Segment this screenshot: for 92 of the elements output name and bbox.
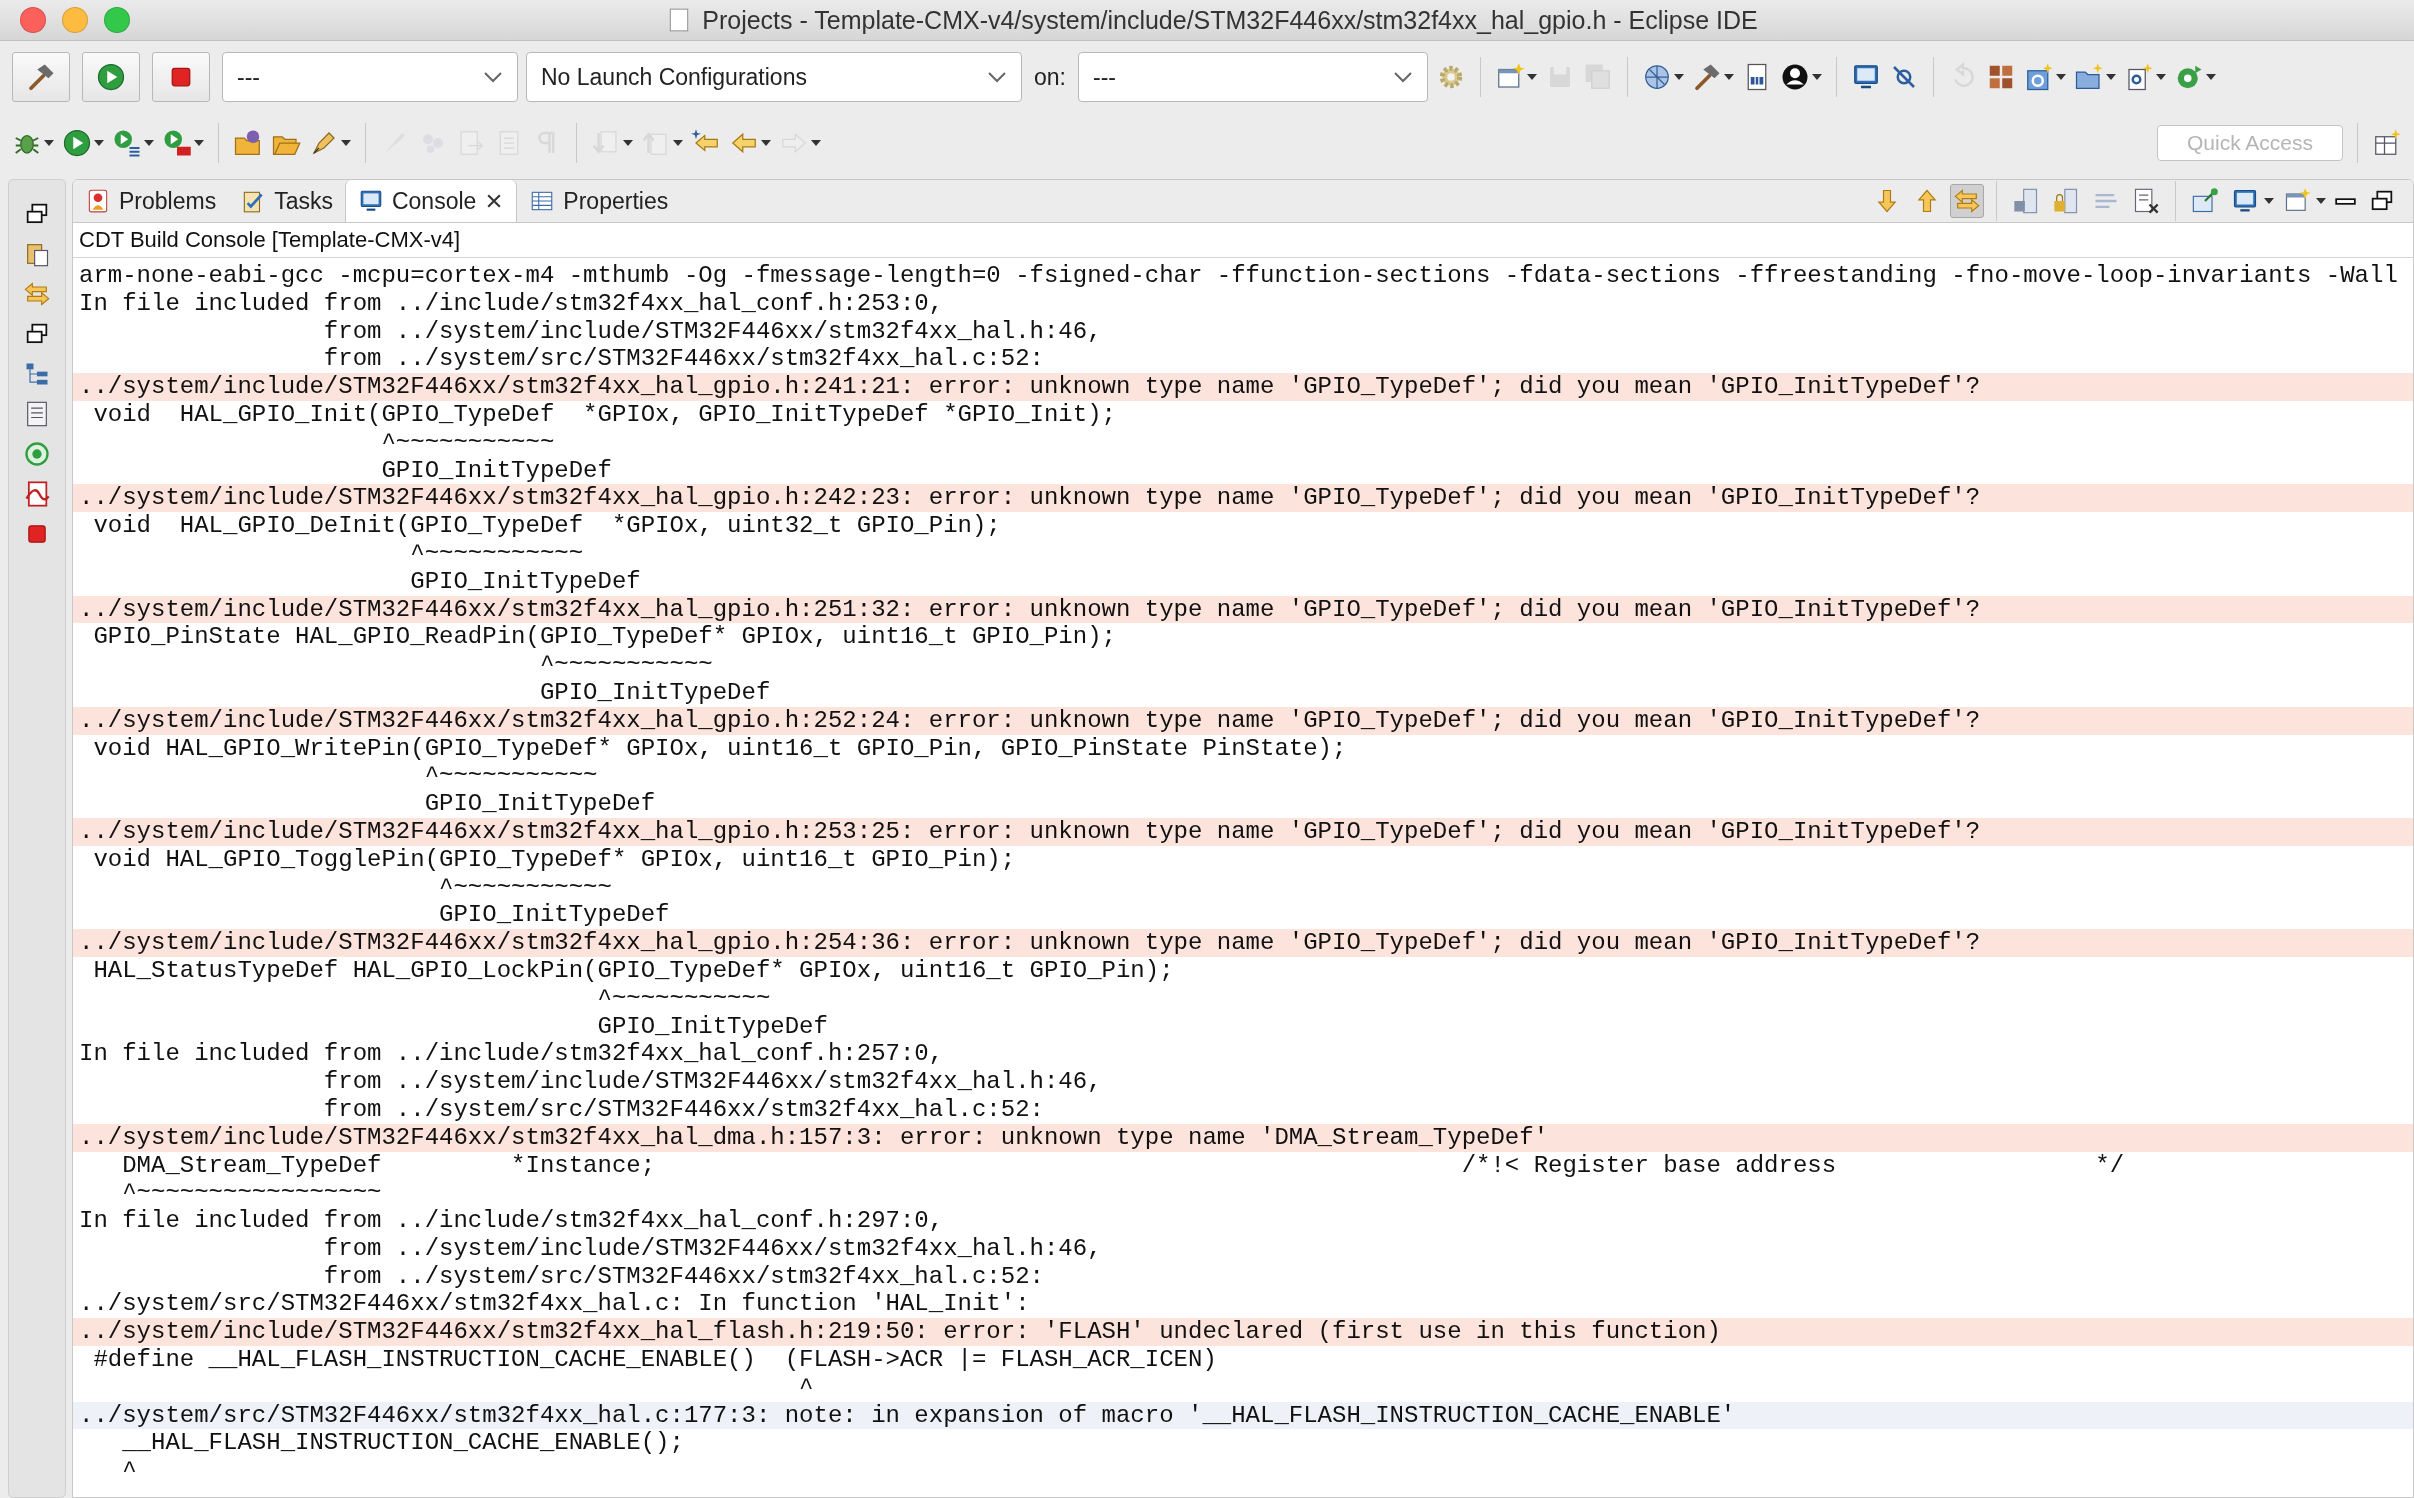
console-line: __HAL_FLASH_INSTRUCTION_CACHE_ENABLE();: [121, 1429, 685, 1458]
view-tab[interactable]: Problems: [73, 180, 229, 222]
folder-globe-icon[interactable]: [233, 128, 263, 158]
caret-icon[interactable]: [2264, 197, 2274, 205]
window-title: Projects - Template-CMX-v4/system/include/STM32F446xx/stm32f4xx_hal_gpio.h - Eclipse IDE: [702, 5, 1758, 35]
hammer-icon: [26, 62, 56, 92]
monitor-icon: [2231, 187, 2259, 215]
chevron-icon: [1393, 71, 1413, 83]
console-line: GPIO_PinState HAL_GPIO_ReadPin(GPIO_TypeDef* GPIOx, uint16_t GPIO_Pin);: [92, 623, 1117, 652]
console-line: GPIO_InitTypeDef: [423, 790, 657, 818]
console-line: ^~~~~~~~~~~~: [538, 651, 714, 679]
play-circle-icon[interactable]: [62, 128, 92, 158]
hammer-button[interactable]: [12, 52, 70, 102]
console-line: HAL_StatusTypeDef HAL_GPIO_LockPin(GPIO_TypeDef* GPIOx, uint16_t GPIO_Pin);: [92, 956, 1175, 985]
console-line: In file included from ../include/stm32f4xx_hal_conf.h:253:0,: [78, 289, 945, 318]
caret-icon[interactable]: [341, 139, 351, 147]
console-line: DMA_Stream_TypeDef *Instance; /*!< Register base address */: [121, 1151, 2126, 1180]
view-tab[interactable]: Console: [344, 180, 518, 222]
console-line: GPIO_InitTypeDef: [409, 567, 642, 596]
console-title: CDT Build Console [Template-CMX-v4]: [73, 223, 2413, 258]
stop-square-button[interactable]: [152, 52, 210, 102]
console-line: #define __HAL_FLASH_INSTRUCTION_CACHE_ENABLE() (FLASH->ACR |= FLASH_ACR_ICEN): [92, 1346, 1218, 1374]
swap-arrows-icon: [1953, 187, 1981, 215]
launch-target-dropdown[interactable]: ---: [1078, 52, 1428, 102]
chevron-icon: [987, 71, 1007, 83]
minimize-bar-icon: [2335, 197, 2356, 205]
run-list-icon[interactable]: [112, 128, 142, 158]
console-line: from ../system/src/STM32F446xx/stm32f4xx_hal.c:52:: [322, 1262, 1045, 1291]
console-line: GPIO_InitTypeDef: [380, 456, 613, 485]
console-line: GPIO_InitTypeDef: [438, 901, 671, 930]
console-line: ../system/src/STM32F446xx/stm32f4xx_hal.c: In function 'HAL_Init':: [78, 1290, 1031, 1319]
console-line: ^: [798, 1373, 815, 1402]
quick-access-field[interactable]: Quick Access: [2157, 125, 2343, 161]
caret-icon[interactable]: [1674, 73, 1684, 81]
pdf-doc-icon[interactable]: [23, 480, 51, 508]
launch-mode-dropdown[interactable]: ---: [222, 52, 518, 102]
caret-icon[interactable]: [2056, 73, 2066, 81]
target-icon[interactable]: [23, 440, 51, 468]
toggle-button[interactable]: [1950, 184, 1984, 218]
console-line: void HAL_GPIO_TogglePin(GPIO_TypeDef* GPIOx, uint16_t GPIO_Pin);: [92, 845, 1017, 874]
hammer-icon[interactable]: [1692, 62, 1722, 92]
console-line: GPIO_InitTypeDef: [596, 1012, 829, 1041]
caret-icon[interactable]: [1724, 73, 1734, 81]
console-line: void HAL_GPIO_DeInit(GPIO_TypeDef *GPIOx, uint32_t GPIO_Pin);: [92, 512, 1002, 540]
caret-icon[interactable]: [44, 139, 54, 147]
console-line: In file included from ../include/stm32f4xx_hal_conf.h:257:0,: [78, 1040, 945, 1069]
console-line: ^~~~~~~~~~~~: [438, 873, 613, 902]
console-line: from ../system/src/STM32F446xx/stm32f4xx_hal.c:52:: [322, 1095, 1045, 1124]
chevron-icon: [483, 71, 503, 83]
caret-icon[interactable]: [2156, 73, 2166, 81]
caret-icon[interactable]: [1527, 73, 1537, 81]
doc-save-icon: [2012, 187, 2040, 215]
class-box-icon[interactable]: [2024, 62, 2054, 92]
console-line: from ../system/src/STM32F446xx/stm32f4xx_hal.c:52:: [322, 345, 1045, 374]
folder-star-icon[interactable]: [2074, 62, 2104, 92]
caret-icon[interactable]: [2206, 73, 2216, 81]
console-line: from ../system/include/STM32F446xx/stm32f4xx_hal.h:46,: [322, 317, 1103, 346]
pin-icon: [2191, 187, 2219, 215]
target-label: on:: [1034, 63, 1066, 91]
person-circle-icon[interactable]: [1780, 62, 1810, 92]
caret-icon[interactable]: [144, 139, 154, 147]
console-line: void HAL_GPIO_WritePin(GPIO_TypeDef* GPIOx, uint16_t GPIO_Pin, GPIO_PinState PinState);: [92, 734, 1348, 763]
close-window-button[interactable]: [20, 7, 46, 33]
caret-icon[interactable]: [761, 139, 771, 147]
console-line: In file included from ../include/stm32f4xx_hal_conf.h:297:0,: [78, 1207, 945, 1235]
console-line: ^~~~~~~~~~~~: [380, 428, 556, 457]
view-tab[interactable]: Tasks: [228, 180, 345, 222]
caret-icon[interactable]: [2316, 197, 2326, 205]
caret-icon[interactable]: [94, 139, 104, 147]
play-circle-icon: [96, 62, 126, 92]
console-line: from ../system/include/STM32F446xx/stm32f4xx_hal.h:46,: [322, 1234, 1103, 1263]
doc-x-icon: [2132, 187, 2160, 215]
console-line: arm-none-eabi-gcc -mcpu=cortex-m4 -mthumb -Og -fmessage-length=0 -fsigned-char -ffunction-sections -fdata-sections -ffreestanding -fno-move-loop-invariants -Wall: [78, 262, 2399, 290]
globe-icon[interactable]: [1642, 62, 1672, 92]
play-circle-button[interactable]: [82, 52, 140, 102]
console-line: GPIO_InitTypeDef: [538, 678, 772, 707]
console-line: from ../system/include/STM32F446xx/stm32f4xx_hal.h:46,: [322, 1068, 1103, 1096]
caret-icon[interactable]: [1812, 73, 1822, 81]
open-perspective-icon[interactable]: [2372, 128, 2402, 158]
caret-icon[interactable]: [194, 139, 204, 147]
console-line: void HAL_GPIO_Init(GPIO_TypeDef *GPIOx, GPIO_InitTypeDef *GPIO_Init);: [92, 401, 1117, 429]
console-line: ^~~~~~~~~~~~: [409, 539, 585, 568]
view-tab[interactable]: Properties: [517, 180, 681, 222]
console-line: ^~~~~~~~~~~~: [423, 762, 599, 791]
caret-icon[interactable]: [2106, 73, 2116, 81]
console-line: ^: [121, 1457, 138, 1486]
launch-configuration-dropdown[interactable]: No Launch Configurations: [526, 52, 1022, 102]
run-toolbox-icon[interactable]: [162, 128, 192, 158]
console-line: ^~~~~~~~~~~~~~~~~~: [121, 1179, 383, 1208]
doc-lock-icon: [2052, 187, 2080, 215]
console-line: ^~~~~~~~~~~~: [596, 984, 772, 1013]
swap-arrows-icon[interactable]: [23, 280, 51, 308]
